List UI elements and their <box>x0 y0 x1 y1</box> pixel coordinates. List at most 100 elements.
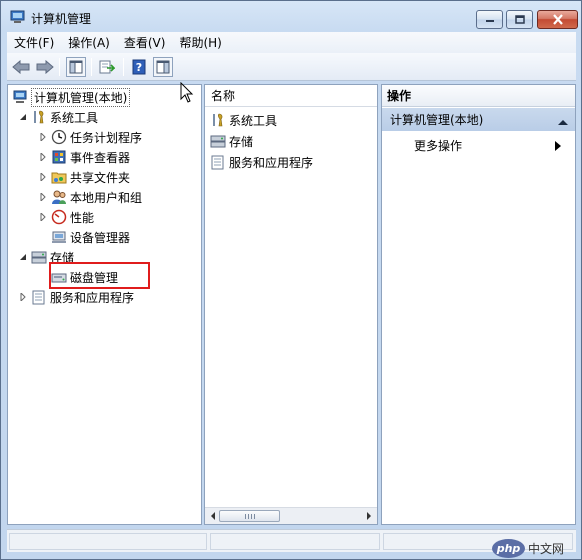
scroll-right-arrow-icon[interactable] <box>364 511 374 521</box>
action-section-computer-management[interactable]: 计算机管理(本地) <box>382 108 575 131</box>
window-title: 计算机管理 <box>31 12 92 26</box>
watermark: php 中文网 <box>492 538 580 558</box>
collapsed-arrow-icon[interactable] <box>38 192 48 202</box>
maximize-button[interactable] <box>506 10 533 29</box>
scroll-left-arrow-icon[interactable] <box>208 511 218 521</box>
show-hide-tree-button[interactable] <box>66 57 86 77</box>
menu-bar: 文件(F) 操作(A) 查看(V) 帮助(H) <box>7 32 576 53</box>
horizontal-scrollbar[interactable] <box>205 507 377 524</box>
maximize-icon <box>514 15 525 24</box>
toolbar-separator <box>91 58 92 76</box>
more-actions-label: 更多操作 <box>414 138 463 153</box>
window-frame: 计算机管理 文件(F) 操作(A) 查看(V) 帮助(H) ? 计算机管理(本地… <box>0 0 582 560</box>
title-bar: 计算机管理 <box>1 1 581 31</box>
back-arrow-icon <box>12 60 30 74</box>
close-button[interactable] <box>537 10 578 29</box>
menu-file[interactable]: 文件(F) <box>7 34 61 51</box>
tree-item-local-users[interactable]: 本地用户和组 <box>38 188 142 206</box>
back-button[interactable] <box>11 57 31 77</box>
system-tools-icon <box>31 109 47 125</box>
services-icon <box>210 154 226 170</box>
php-logo: php <box>492 538 525 558</box>
tree-item-label: 系统工具 <box>50 110 99 125</box>
tree-pane: 计算机管理(本地) 系统工具 任务计划程序 事件查看器 共享文件夹 本地用户和组… <box>7 84 202 525</box>
computer-management-icon <box>10 10 25 24</box>
menu-action[interactable]: 操作(A) <box>61 34 117 51</box>
minimize-button[interactable] <box>476 10 503 29</box>
collapsed-arrow-icon[interactable] <box>38 152 48 162</box>
clock-icon <box>51 129 67 145</box>
help-icon: ? <box>132 59 146 75</box>
action-pane-header: 操作 <box>382 85 575 107</box>
mouse-cursor-icon <box>180 81 196 104</box>
export-icon <box>99 60 115 74</box>
tree-root-row[interactable]: 计算机管理(本地) <box>12 87 131 107</box>
tree-item-label: 设备管理器 <box>70 230 131 245</box>
collapse-up-icon[interactable] <box>558 115 568 129</box>
system-tools-icon <box>210 112 226 128</box>
scrollbar-thumb[interactable] <box>219 510 280 522</box>
tree-item-label: 任务计划程序 <box>70 130 143 145</box>
tree-item-label: 事件查看器 <box>70 150 131 165</box>
storage-icon <box>31 249 47 265</box>
storage-icon <box>210 133 226 149</box>
tree-item-label: 性能 <box>70 210 95 225</box>
tree-root-label: 计算机管理(本地) <box>31 87 131 107</box>
toolbar: ? <box>7 53 576 81</box>
highlight-box <box>49 262 150 289</box>
tree-item-services-apps[interactable]: 服务和应用程序 <box>18 288 134 306</box>
tree-item-label: 服务和应用程序 <box>50 290 135 305</box>
computer-management-icon <box>12 89 28 105</box>
tree-item-task-scheduler[interactable]: 任务计划程序 <box>38 128 142 146</box>
more-actions-item[interactable]: 更多操作 <box>414 136 462 154</box>
svg-text:?: ? <box>136 61 142 74</box>
tree-item-performance[interactable]: 性能 <box>38 208 94 226</box>
status-bar <box>7 529 576 552</box>
list-pane: 名称 系统工具 存储 服务和应用程序 <box>204 84 378 525</box>
tree-item-device-manager[interactable]: 设备管理器 <box>51 228 130 246</box>
tree-pane-icon <box>69 60 83 74</box>
menu-help[interactable]: 帮助(H) <box>172 34 228 51</box>
column-header-label: 名称 <box>211 89 236 103</box>
tree-item-system-tools[interactable]: 系统工具 <box>18 108 98 126</box>
submenu-arrow-icon <box>555 140 561 154</box>
toolbar-separator <box>123 58 124 76</box>
performance-icon <box>51 209 67 225</box>
tree-item-label: 共享文件夹 <box>70 170 131 185</box>
forward-arrow-icon <box>36 60 54 74</box>
status-cell <box>210 533 380 550</box>
column-header-name[interactable]: 名称 <box>205 85 377 107</box>
minimize-icon <box>485 19 494 22</box>
close-icon <box>552 14 563 25</box>
list-item-label: 系统工具 <box>229 113 278 128</box>
action-pane-icon <box>156 60 170 74</box>
action-section-label: 计算机管理(本地) <box>390 113 484 127</box>
status-cell <box>9 533 207 550</box>
collapsed-arrow-icon[interactable] <box>38 212 48 222</box>
watermark-text: 中文网 <box>528 541 565 556</box>
help-button[interactable]: ? <box>129 57 149 77</box>
collapsed-arrow-icon[interactable] <box>38 172 48 182</box>
show-hide-action-pane-button[interactable] <box>153 57 173 77</box>
list-item-label: 服务和应用程序 <box>229 155 314 170</box>
expanded-arrow-icon[interactable] <box>18 112 28 122</box>
collapsed-arrow-icon[interactable] <box>38 132 48 142</box>
list-item-label: 存储 <box>229 134 254 149</box>
event-viewer-icon <box>51 149 67 165</box>
export-list-button[interactable] <box>97 57 117 77</box>
toolbar-separator <box>59 58 60 76</box>
action-pane: 操作 计算机管理(本地) 更多操作 <box>381 84 576 525</box>
tree-item-shared-folders[interactable]: 共享文件夹 <box>38 168 130 186</box>
menu-view[interactable]: 查看(V) <box>117 34 173 51</box>
list-item[interactable]: 存储 <box>210 132 253 150</box>
forward-button[interactable] <box>35 57 55 77</box>
services-icon <box>31 289 47 305</box>
list-item[interactable]: 服务和应用程序 <box>210 153 313 171</box>
users-icon <box>51 189 67 205</box>
tree-item-event-viewer[interactable]: 事件查看器 <box>38 148 130 166</box>
shared-folder-icon <box>51 169 67 185</box>
expanded-arrow-icon[interactable] <box>18 252 28 262</box>
collapsed-arrow-icon[interactable] <box>18 292 28 302</box>
list-item[interactable]: 系统工具 <box>210 111 277 129</box>
device-manager-icon <box>51 229 67 245</box>
